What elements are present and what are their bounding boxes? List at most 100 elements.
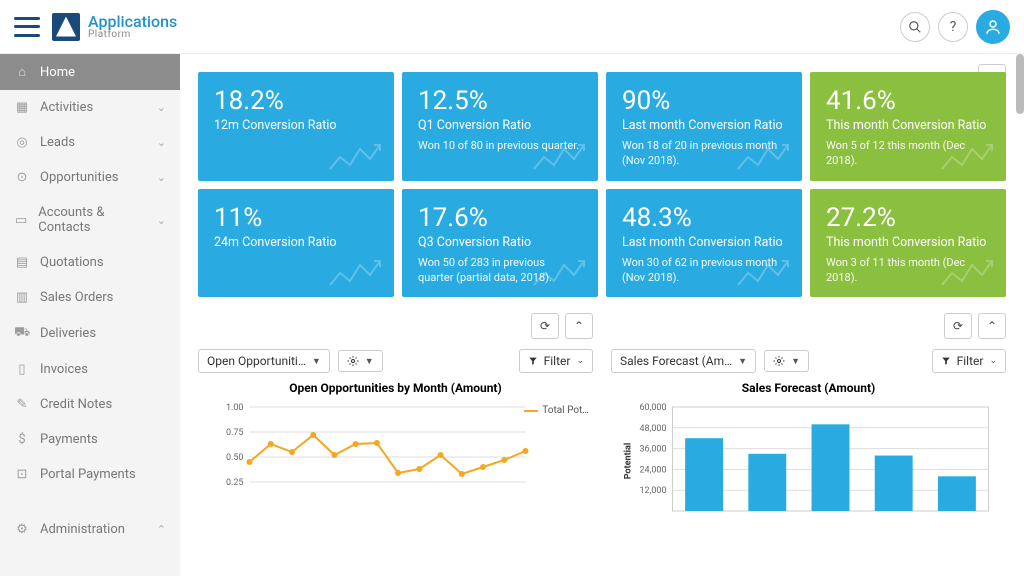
- chart-settings-button[interactable]: ▼: [338, 350, 383, 372]
- sparkline-icon: [736, 255, 796, 293]
- chevron-down-icon: ⌄: [157, 171, 166, 184]
- sparkline-icon: [940, 139, 1000, 177]
- sidebar: ⌂Home▦Activities⌄◎Leads⌄⊙Opportunities⌄▭…: [0, 54, 180, 576]
- sparkline-icon: [328, 139, 388, 177]
- note-icon: ✎: [14, 397, 30, 412]
- sidebar-item-invoices[interactable]: ▯ Invoices: [0, 352, 180, 387]
- chevron-down-icon: ⌄: [157, 214, 166, 227]
- brand-title: Applications: [88, 14, 177, 30]
- chart-legend: Total Pot…: [524, 405, 589, 416]
- svg-text:48,000: 48,000: [639, 424, 666, 434]
- menu-toggle-button[interactable]: [14, 17, 40, 37]
- dollar-icon: $: [14, 432, 30, 447]
- sparkline-icon: [940, 255, 1000, 293]
- kpi-card[interactable]: 17.6%Q3 Conversion RatioWon 50 of 283 in…: [402, 189, 598, 298]
- user-icon: [984, 18, 1002, 36]
- scrollbar[interactable]: [1016, 54, 1024, 114]
- panel-refresh-button[interactable]: ⟳: [944, 313, 972, 339]
- kpi-card[interactable]: 41.6%This month Conversion RatioWon 5 of…: [810, 72, 1006, 181]
- brand[interactable]: Applications Platform: [52, 13, 177, 41]
- svg-text:0.50: 0.50: [226, 453, 244, 463]
- gear-icon: [347, 355, 359, 367]
- svg-text:1.00: 1.00: [226, 403, 244, 413]
- sidebar-item-deliveries[interactable]: ⛟Deliveries: [0, 315, 180, 352]
- truck-icon: ⛟: [14, 325, 30, 342]
- calendar-icon: ▦: [14, 100, 30, 115]
- sidebar-item-portal-payments[interactable]: ⊡Portal Payments: [0, 457, 180, 492]
- home-icon: ⌂: [14, 64, 30, 80]
- kpi-value: 18.2%: [214, 86, 378, 116]
- kpi-title: Last month Conversion Ratio: [622, 235, 786, 250]
- sparkline-icon: [532, 139, 592, 177]
- chart-title: Open Opportunities by Month (Amount): [198, 381, 593, 395]
- chart-dataset-dropdown[interactable]: Open Opportuniti…▼: [198, 349, 330, 373]
- search-button[interactable]: [900, 12, 930, 42]
- sidebar-item-quotations[interactable]: ▤ Quotations: [0, 245, 180, 280]
- kpi-title: This month Conversion Ratio: [826, 118, 990, 133]
- panel-refresh-button[interactable]: ⟳: [531, 313, 559, 339]
- brand-logo-icon: [52, 13, 80, 41]
- chart-settings-button[interactable]: ▼: [764, 350, 809, 372]
- line-chart: 0.250.500.751.00: [198, 401, 593, 521]
- bar-chart: 12,00024,00036,00048,00060,000Potential: [611, 401, 1006, 521]
- help-button[interactable]: ?: [938, 12, 968, 42]
- sidebar-item-label: Accounts & Contacts: [38, 205, 147, 235]
- panel-collapse-button[interactable]: ⌃: [978, 313, 1006, 339]
- svg-text:36,000: 36,000: [639, 445, 666, 455]
- filter-icon: [528, 356, 538, 366]
- sidebar-item-home[interactable]: ⌂ Home: [0, 54, 180, 90]
- kpi-title: 24m Conversion Ratio: [214, 235, 378, 250]
- kpi-title: This month Conversion Ratio: [826, 235, 990, 250]
- sidebar-item-accounts-contacts[interactable]: ▭Accounts & Contacts⌄: [0, 195, 180, 245]
- kpi-title: Q1 Conversion Ratio: [418, 118, 582, 133]
- gears-icon: ⚙: [14, 522, 30, 537]
- chevron-down-icon: ⌄: [157, 101, 166, 114]
- svg-text:0.25: 0.25: [226, 478, 244, 488]
- kpi-value: 11%: [214, 203, 378, 233]
- topbar: Applications Platform ?: [0, 0, 1024, 54]
- sidebar-item-activities[interactable]: ▦ Activities ⌄: [0, 90, 180, 125]
- sidebar-item-sales-orders[interactable]: ▥Sales Orders: [0, 280, 180, 315]
- portal-icon: ⊡: [14, 467, 30, 482]
- invoice-icon: ▯: [14, 362, 30, 377]
- kpi-value: 12.5%: [418, 86, 582, 116]
- user-menu-button[interactable]: [976, 10, 1010, 44]
- kpi-title: Last month Conversion Ratio: [622, 118, 786, 133]
- kpi-card[interactable]: 18.2%12m Conversion Ratio: [198, 72, 394, 181]
- kpi-card[interactable]: 11% 24m Conversion Ratio: [198, 189, 394, 298]
- target-icon: ◎: [14, 135, 30, 150]
- sidebar-item-administration[interactable]: ⚙Administration⌃: [0, 512, 180, 547]
- brand-subtitle: Platform: [88, 30, 177, 40]
- open-opportunities-panel: Open Opportuniti…▼ ▼ Filter⌄ Open Opport…: [198, 349, 593, 521]
- kpi-value: 90%: [622, 86, 786, 116]
- calc-icon: ▤: [14, 255, 30, 270]
- sparkline-icon: [328, 255, 388, 293]
- chart-dataset-dropdown[interactable]: Sales Forecast (Am…▼: [611, 349, 756, 373]
- kpi-value: 48.3%: [622, 203, 786, 233]
- sparkline-icon: [736, 139, 796, 177]
- panel-collapse-button[interactable]: ⌃: [565, 313, 593, 339]
- chart-filter-button[interactable]: Filter⌄: [932, 349, 1006, 373]
- svg-text:60,000: 60,000: [639, 403, 666, 413]
- chart-filter-button[interactable]: Filter⌄: [519, 349, 593, 373]
- sidebar-item-label: Invoices: [40, 362, 88, 377]
- kpi-value: 17.6%: [418, 203, 582, 233]
- sidebar-item-label: Home: [40, 65, 75, 80]
- sidebar-item-payments[interactable]: $ Payments: [0, 422, 180, 457]
- sidebar-item-label: Quotations: [40, 255, 104, 270]
- svg-text:24,000: 24,000: [639, 466, 666, 476]
- sidebar-item-label: Payments: [40, 432, 98, 447]
- sidebar-item-label: Opportunities: [40, 170, 118, 185]
- svg-text:12,000: 12,000: [639, 487, 666, 497]
- kpi-card[interactable]: 90%Last month Conversion RatioWon 18 of …: [606, 72, 802, 181]
- kpi-card[interactable]: 12.5%Q1 Conversion RatioWon 10 of 80 in …: [402, 72, 598, 181]
- kpi-card[interactable]: 48.3%Last month Conversion RatioWon 30 o…: [606, 189, 802, 298]
- filter-icon: [941, 356, 951, 366]
- sidebar-item-credit-notes[interactable]: ✎Credit Notes: [0, 387, 180, 422]
- sidebar-item-leads[interactable]: ◎Leads⌄: [0, 125, 180, 160]
- sidebar-item-label: Activities: [40, 100, 93, 115]
- sidebar-item-opportunities[interactable]: ⊙Opportunities⌄: [0, 160, 180, 195]
- main-content: 18.2%12m Conversion Ratio 12.5% Q1 Convers…: [180, 54, 1024, 576]
- chevron-up-icon: ⌃: [157, 523, 166, 536]
- kpi-card[interactable]: 27.2%This month Conversion RatioWon 3 of…: [810, 189, 1006, 298]
